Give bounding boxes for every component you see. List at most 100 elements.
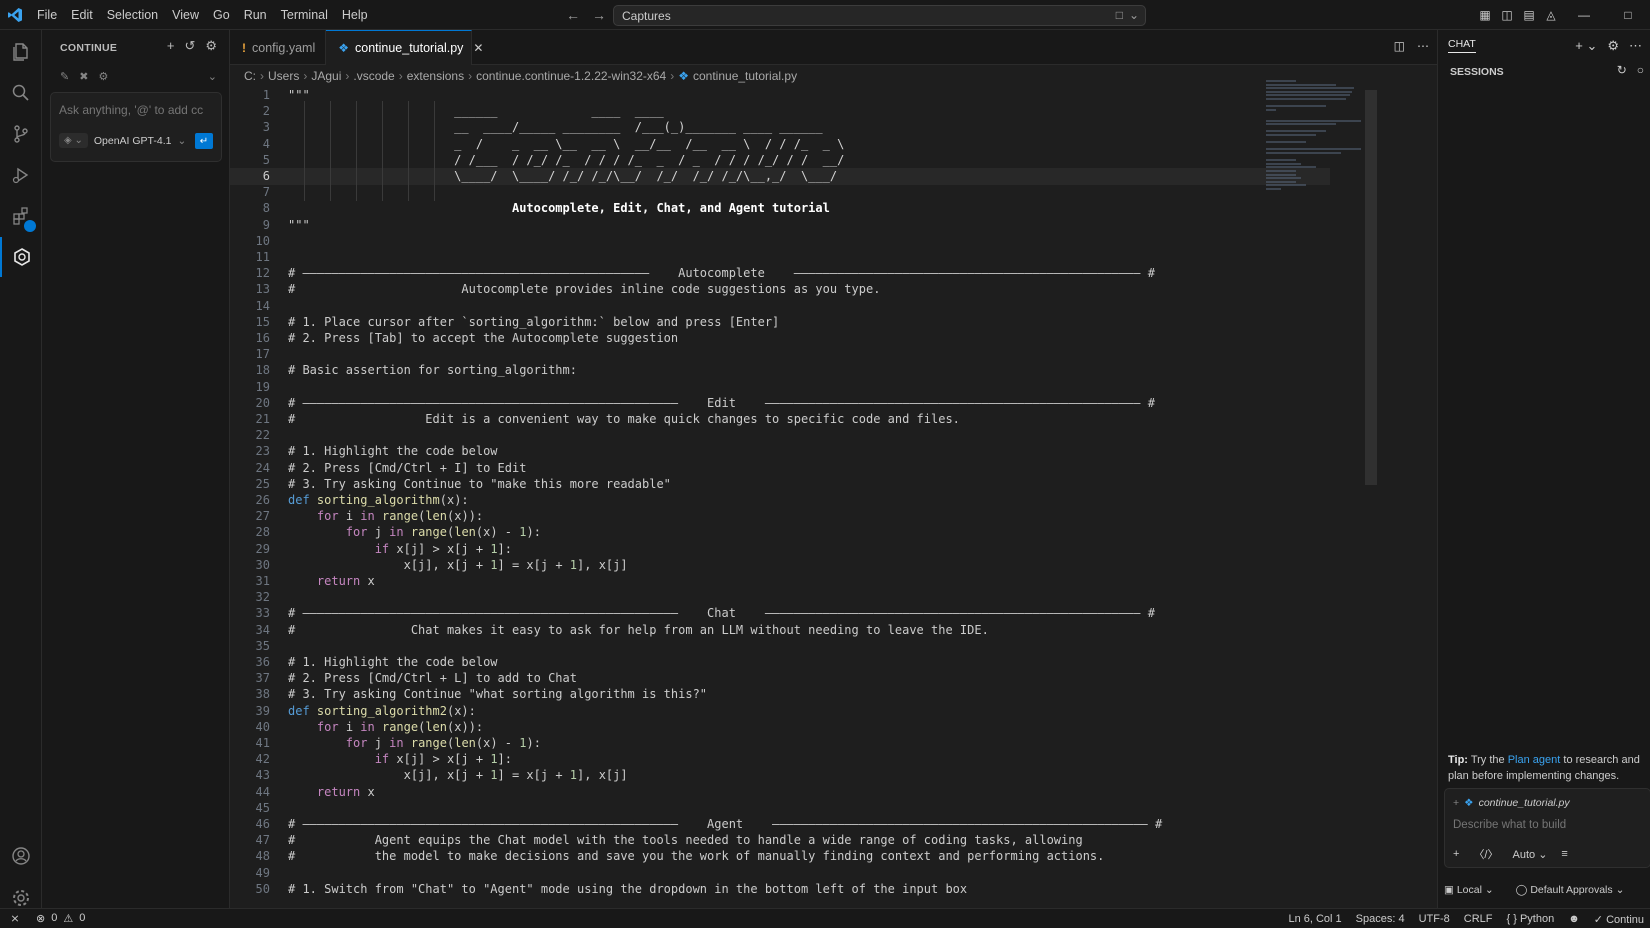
code-line[interactable]: 26 def sorting_algorithm(x): [230,492,1330,509]
forward-arrow-icon[interactable]: → [592,7,606,23]
tools-icon[interactable]: ✖ [79,70,88,83]
menu-go[interactable]: Go [206,0,237,30]
model-selector[interactable]: OpenAI GPT-4.1 [94,135,172,147]
indentation[interactable]: Spaces: 4 [1356,913,1405,925]
code-line[interactable]: 43 x[j], x[j + 1] = x[j + 1], x[j] [230,767,1330,784]
menu-help[interactable]: Help [335,0,375,30]
code-line[interactable]: 2 ______ ____ ____ [230,103,1330,120]
code-line[interactable]: 9 """ [230,217,1330,234]
model-chevron-icon[interactable]: ⌄ [177,135,186,147]
submit-enter-icon[interactable]: ↵ [195,133,213,149]
continue-extension-icon[interactable] [0,237,42,277]
code-line[interactable]: 42 if x[j] > x[j + 1]: [230,751,1330,768]
code-line[interactable]: 31 return x [230,573,1330,590]
breadcrumb-extension-folder[interactable]: continue.continue-1.2.22-win32-x64 [476,69,666,83]
code-line[interactable]: 29 if x[j] > x[j + 1]: [230,541,1330,558]
breadcrumb-vscode[interactable]: .vscode [353,69,394,83]
code-line[interactable]: 33 # ————————————————————————————————————… [230,605,1330,622]
mode-dropdown[interactable]: Auto ⌄ [1513,848,1548,861]
code-line[interactable]: 38 # 3. Try asking Continue "what sorting… [230,686,1330,703]
source-control-icon[interactable] [0,114,42,154]
more-actions-icon[interactable]: ⋯ [1417,39,1429,53]
code-line[interactable]: 14 [230,298,1330,315]
code-line[interactable]: 10 [230,233,1330,250]
menu-terminal[interactable]: Terminal [274,0,335,30]
chat-panel-tab[interactable]: CHAT [1448,38,1476,53]
code-line[interactable]: 18 # Basic assertion for sorting_algorith… [230,362,1330,379]
minimize-icon[interactable]: — [1562,0,1606,30]
maximize-icon[interactable]: □ [1606,0,1650,30]
code-line[interactable]: 15 # 1. Place cursor after `sorting_algor… [230,314,1330,331]
tools-icon[interactable]: 〈/〉 [1473,846,1498,862]
account-icon[interactable] [0,836,42,876]
chat-bubble-icon[interactable]: □ [1116,8,1123,22]
code-line[interactable]: 24 # 2. Press [Cmd/Ctrl + I] to Edit [230,460,1330,477]
back-arrow-icon[interactable]: ← [566,7,580,23]
new-chat-plus-icon[interactable]: + ⌄ [1575,38,1597,54]
pencil-icon[interactable]: ✎ [60,70,69,83]
code-line[interactable]: 3 __ ____/_____ ________ /___(_)_______ … [230,119,1330,136]
code-line[interactable]: 4 _ / _ __ \__ __ \ __/__ /__ __ \ / / /… [230,136,1330,153]
code-line[interactable]: 46 # ————————————————————————————————————… [230,816,1330,833]
breadcrumb-users[interactable]: Users [268,69,299,83]
code-line[interactable]: 49 [230,865,1330,882]
add-icon[interactable]: + [1453,848,1459,860]
code-line[interactable]: 35 [230,638,1330,655]
encoding[interactable]: UTF-8 [1419,913,1450,925]
chat-settings-gear-icon[interactable]: ⚙ [1607,38,1619,54]
code-line[interactable]: 40 for i in range(len(x)): [230,719,1330,736]
sidebar-chat-input[interactable] [59,103,215,117]
toggle-secondary-sidebar-icon[interactable]: ◬ [1540,0,1562,30]
code-line[interactable]: 6 \____/ \____/ /_/ /_/\__/ /_/ /_/ /_/\… [230,168,1330,185]
history-icon[interactable]: ↺ [184,38,195,54]
approvals-dropdown[interactable]: ◯ Default Approvals ⌄ [1516,884,1625,896]
continue-status[interactable]: ✓ Continu [1594,913,1644,926]
breadcrumb-extensions[interactable]: extensions [407,69,464,83]
menu-run[interactable]: Run [237,0,274,30]
code-line[interactable]: 25 # 3. Try asking Continue to "make this… [230,476,1330,493]
menu-selection[interactable]: Selection [100,0,165,30]
minimap[interactable] [1266,80,1366,210]
add-context-icon[interactable]: + [1453,797,1459,809]
plan-agent-link[interactable]: Plan agent [1508,754,1561,766]
chevron-down-icon[interactable]: ⌄ [208,70,217,83]
more-actions-icon[interactable]: ⋯ [1629,38,1642,54]
problems-indicator[interactable]: ⊗ 0 ⚠ 0 [30,912,85,925]
code-line[interactable]: 5 / /___ / /_/ /_ / / / /_ _ / _ / / / /… [230,152,1330,169]
breadcrumb-user[interactable]: JAgui [311,69,341,83]
line-ending[interactable]: CRLF [1464,913,1493,925]
tab-config-yaml[interactable]: ! config.yaml [230,30,327,65]
code-line[interactable]: 45 [230,800,1330,817]
extensions-icon[interactable] [0,196,42,236]
code-line[interactable]: 7 [230,184,1330,201]
language-mode[interactable]: { } Python [1507,913,1555,925]
cursor-position[interactable]: Ln 6, Col 1 [1288,913,1341,925]
search-icon[interactable] [0,73,42,113]
code-line[interactable]: 37 # 2. Press [Cmd/Ctrl + L] to add to Ch… [230,670,1330,687]
editor-scrollbar[interactable] [1365,90,1377,485]
code-line[interactable]: 28 for j in range(len(x) - 1): [230,524,1330,541]
code-line[interactable]: 50 # 1. Switch from "Chat" to "Agent" mod… [230,881,1330,898]
tab-continue-tutorial[interactable]: ❖ continue_tutorial.py ✕ [326,30,483,65]
code-line[interactable]: 23 # 1. Highlight the code below [230,443,1330,460]
mode-selector[interactable]: ◈ ⌄ [59,133,88,148]
new-session-plus-icon[interactable]: + [167,38,175,54]
code-editor[interactable]: 1 """ 2 ______ ____ ____ 3 __ ____/_____ __… [230,87,1330,912]
sidebar-settings-gear-icon[interactable]: ⚙ [205,38,217,54]
code-line[interactable]: 13 # Autocomplete provides inline code su… [230,281,1330,298]
explorer-icon[interactable] [0,32,42,72]
code-line[interactable]: 19 [230,379,1330,396]
toggle-panel-icon[interactable]: ▤ [1518,0,1540,30]
menu-view[interactable]: View [165,0,206,30]
refresh-icon[interactable]: ↻ [1617,63,1627,77]
code-line[interactable]: 36 # 1. Highlight the code below [230,654,1330,671]
code-line[interactable]: 39 def sorting_algorithm2(x): [230,703,1330,720]
code-line[interactable]: 20 # ————————————————————————————————————… [230,395,1330,412]
layout-grid-icon[interactable]: ▦ [1474,0,1496,30]
menu-edit[interactable]: Edit [64,0,100,30]
code-line[interactable]: 34 # Chat makes it easy to ask for help f… [230,622,1330,639]
menu-file[interactable]: File [30,0,64,30]
chevron-down-icon[interactable]: ⌄ [1129,8,1139,22]
code-line[interactable]: 44 return x [230,784,1330,801]
remote-icon[interactable]: ⨯ [0,909,30,928]
